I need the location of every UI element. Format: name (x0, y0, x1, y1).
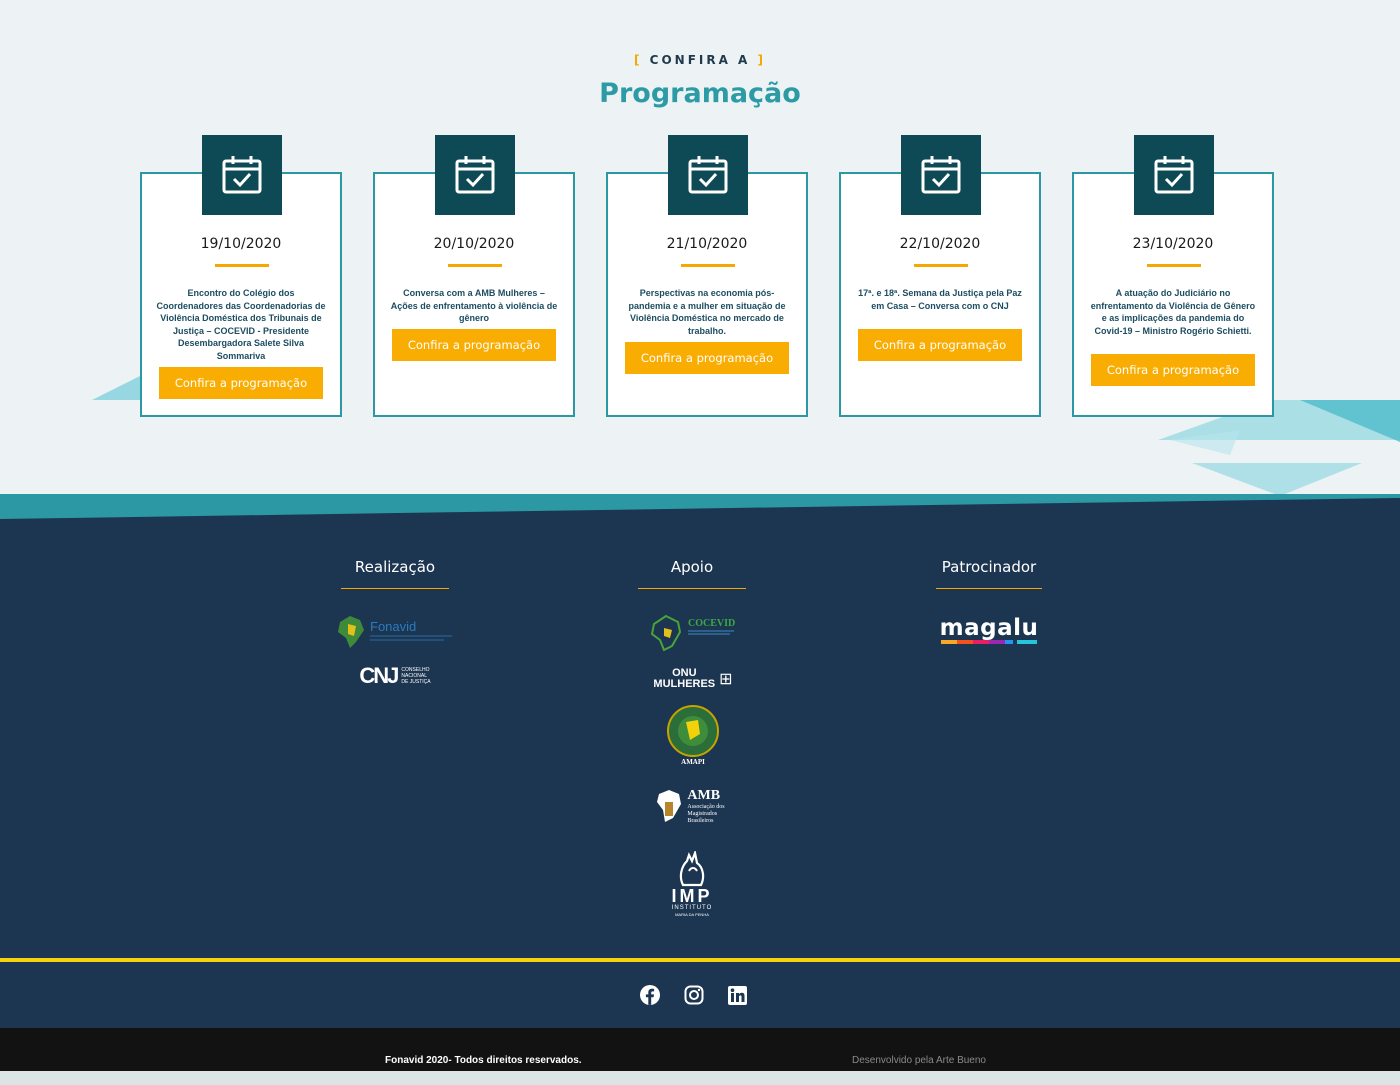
linkedin-icon[interactable] (725, 983, 749, 1007)
eyebrow-bracket-right: ] (757, 53, 767, 67)
card-description: 17ª. e 18ª. Semana da Justiça pela Paz e… (858, 288, 1022, 311)
card-description: Conversa com a AMB Mulheres – Ações de e… (390, 288, 558, 324)
eyebrow-text: CONFIRA A (649, 53, 751, 67)
bottom-bar: Fonavid 2020- Todos direitos reservados.… (0, 1028, 1400, 1071)
cnj-subtitle: CONSELHO NACIONAL DE JUSTIÇA (401, 667, 430, 685)
amb-text-block: AMB Associação dos Magistrados Brasileir… (687, 788, 724, 825)
footer-col-patrocinador: Patrocinador (936, 558, 1042, 589)
cocevid-text: COCEVID (688, 618, 735, 629)
confira-programacao-button[interactable]: Confira a programação (1091, 354, 1255, 386)
confira-programacao-button[interactable]: Confira a programação (392, 329, 556, 361)
card-divider (448, 264, 502, 267)
amb-text: AMB (687, 787, 721, 803)
footer-col-apoio: Apoio (638, 558, 746, 589)
apoio-rule (638, 588, 746, 589)
apoio-title: Apoio (670, 558, 714, 576)
card-divider (681, 264, 735, 267)
imp-sub-2: MARIA DA PENHA (675, 912, 709, 917)
calendar-check-icon (668, 135, 748, 215)
imp-sub-1: INSTITUTO (671, 905, 713, 911)
imp-hands-icon (679, 851, 705, 887)
patrocinador-title: Patrocinador (941, 558, 1037, 576)
cnj-logo[interactable]: CNJ CONSELHO NACIONAL DE JUSTIÇA (355, 663, 435, 688)
card-date: 23/10/2020 (1132, 236, 1214, 252)
schedule-card-1: 19/10/2020 Encontro do Colégio dos Coord… (140, 135, 342, 417)
patrocinador-rule (936, 588, 1042, 589)
social-bar (0, 962, 1400, 1029)
onu-emblem-icon: ⊞ (719, 671, 733, 688)
imp-logo[interactable]: IMP INSTITUTO MARIA DA PENHA (664, 848, 720, 920)
developer-credit-link[interactable]: Desenvolvido pela Arte Bueno (852, 1055, 986, 1066)
amb-sub-1: Associação dos (687, 803, 725, 810)
schedule-card-4: 22/10/2020 17ª. e 18ª. Semana da Justiça… (839, 135, 1041, 417)
card-divider (1147, 264, 1201, 267)
amb-logo[interactable]: AMB Associação dos Magistrados Brasileir… (650, 786, 730, 826)
card-description: A atuação do Judiciário no enfrentamento… (1090, 288, 1256, 336)
amb-sub-2: Magistrados (687, 810, 718, 817)
card-date: 19/10/2020 (200, 236, 282, 252)
fonavid-text: Fonavid (370, 619, 416, 634)
amapi-text: AMAPI (681, 758, 705, 766)
cnj-text: CNJ (359, 663, 399, 688)
calendar-check-icon (202, 135, 282, 215)
magalu-text: magalu (939, 615, 1039, 641)
amb-sub-3: Brasileiros (687, 817, 714, 824)
realizacao-rule (341, 588, 449, 589)
calendar-check-icon (435, 135, 515, 215)
card-divider (215, 264, 269, 267)
section-title: Programação (599, 78, 801, 109)
card-date: 20/10/2020 (433, 236, 515, 252)
confira-programacao-button[interactable]: Confira a programação (625, 342, 789, 374)
eyebrow-bracket-left: [ (633, 53, 643, 67)
footer-col-realizacao: Realização (341, 558, 449, 589)
facebook-icon[interactable] (638, 983, 662, 1007)
amb-map-icon (657, 790, 682, 822)
fonavid-logo[interactable]: Fonavid (336, 612, 456, 650)
imp-text: IMP (671, 886, 713, 906)
cnj-sub-3: DE JUSTIÇA (401, 679, 431, 685)
schedule-card-2: 20/10/2020 Conversa com a AMB Mulheres –… (373, 135, 575, 417)
footer-teal-band (0, 494, 1400, 519)
card-date: 22/10/2020 (899, 236, 981, 252)
magalu-color-bar (941, 640, 1037, 644)
confira-programacao-button[interactable]: Confira a programação (858, 329, 1022, 361)
cocevid-logo[interactable]: COCEVID (650, 612, 736, 652)
confira-programacao-button[interactable]: Confira a programação (159, 367, 323, 399)
card-description: Encontro do Colégio dos Coordenadores da… (156, 288, 326, 361)
onu-mulheres-logo[interactable]: ONU MULHERES ⊞ (651, 667, 735, 691)
calendar-check-icon (901, 135, 981, 215)
card-date: 21/10/2020 (666, 236, 748, 252)
copyright-text: Fonavid 2020- Todos direitos reservados. (385, 1055, 582, 1066)
onu-mulheres-text: ONU MULHERES (653, 668, 715, 690)
section-eyebrow: [ CONFIRA A ] (0, 53, 1400, 67)
page-bottom-strip (0, 1071, 1400, 1085)
card-divider (914, 264, 968, 267)
schedule-card-3: 21/10/2020 Perspectivas na economia pós-… (606, 135, 808, 417)
instagram-icon[interactable] (682, 983, 706, 1007)
realizacao-title: Realização (354, 558, 436, 576)
mulheres-text: MULHERES (653, 678, 716, 690)
calendar-check-icon (1134, 135, 1214, 215)
schedule-card-5: 23/10/2020 A atuação do Judiciário no en… (1072, 135, 1274, 417)
magalu-logo[interactable]: magalu (940, 612, 1038, 648)
card-description: Perspectivas na economia pós- pandemia e… (628, 288, 786, 336)
amapi-logo[interactable]: AMAPI (666, 704, 720, 766)
